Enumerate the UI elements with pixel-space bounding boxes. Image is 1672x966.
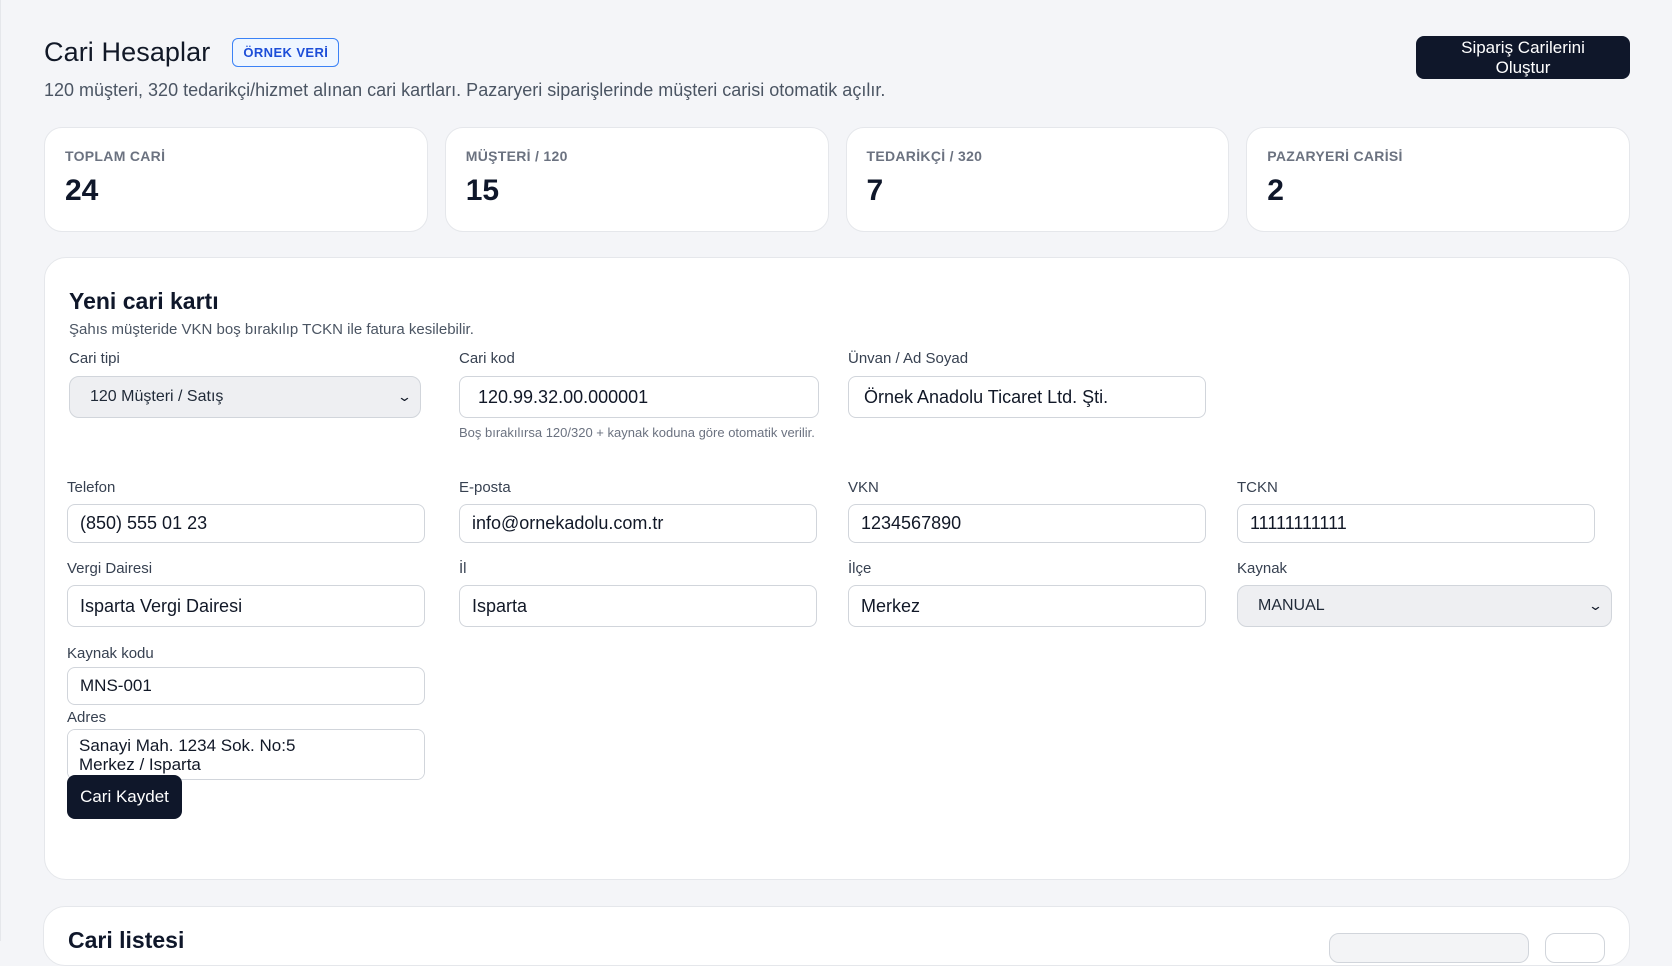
city-input[interactable] [459, 585, 817, 627]
stat-label: PAZARYERİ CARİSİ [1267, 148, 1403, 164]
account-type-field: Cari tipi 120 Müşteri / Satış ⌄ [69, 350, 421, 418]
field-label: İl [459, 560, 467, 577]
email-input[interactable] [459, 504, 817, 543]
field-label: Cari kod [459, 350, 515, 367]
select-value: MANUAL [1258, 597, 1325, 614]
tax-office-field: Vergi Dairesi [67, 560, 425, 627]
stat-card-total: TOPLAM CARİ 24 [44, 127, 428, 232]
field-label: Adres [67, 709, 107, 726]
field-label: TCKN [1237, 479, 1278, 496]
create-order-accounts-button[interactable]: Sipariş Carilerini Oluştur [1416, 36, 1630, 79]
new-account-form: Yeni cari kartı Şahıs müşteride VKN boş … [44, 257, 1630, 880]
account-code-field: Cari kod Boş bırakılırsa 120/320 + kayna… [459, 350, 819, 442]
title-name-input[interactable] [848, 376, 1206, 418]
account-type-select[interactable]: 120 Müşteri / Satış ⌄ [69, 376, 421, 418]
page: Cari Hesaplar ÖRNEK VERİ 120 müşteri, 32… [0, 0, 1672, 941]
account-code-help: Boş bırakılırsa 120/320 + kaynak koduna … [459, 425, 815, 440]
phone-input[interactable] [67, 504, 425, 543]
field-label: Cari tipi [69, 350, 120, 367]
form-title: Yeni cari kartı [69, 288, 219, 314]
tckn-field: TCKN [1237, 479, 1595, 543]
save-account-button[interactable]: Cari Kaydet [67, 775, 182, 819]
stat-value: 24 [65, 174, 99, 207]
stat-value: 2 [1267, 174, 1284, 207]
source-code-input[interactable] [67, 667, 425, 705]
field-label: Ünvan / Ad Soyad [848, 350, 969, 367]
field-label: VKN [848, 479, 879, 496]
source-field: Kaynak MANUAL ⌄ [1237, 560, 1612, 627]
phone-field: Telefon [67, 479, 425, 543]
stat-card-marketplace: PAZARYERİ CARİSİ 2 [1246, 127, 1630, 232]
field-label: Kaynak kodu [67, 645, 154, 662]
stat-label: MÜŞTERİ / 120 [465, 148, 568, 164]
address-textarea[interactable]: Sanayi Mah. 1234 Sok. No:5 Merkez / Ispa… [67, 729, 425, 780]
stats-row: TOPLAM CARİ 24 MÜŞTERİ / 120 15 TEDARİKÇ… [44, 127, 1630, 232]
list-search-input[interactable] [1329, 933, 1529, 963]
stat-value: 15 [465, 174, 500, 207]
field-label: Vergi Dairesi [67, 560, 153, 577]
field-label: İlçe [848, 560, 872, 577]
vkn-input[interactable] [848, 504, 1206, 543]
form-hint: Şahıs müşteride VKN boş bırakılıp TCKN i… [69, 321, 474, 338]
title-name-field: Ünvan / Ad Soyad [848, 350, 1206, 418]
stat-card-customers: MÜŞTERİ / 120 15 [444, 127, 829, 232]
tax-office-input[interactable] [67, 585, 425, 627]
stat-card-suppliers: TEDARİKÇİ / 320 7 [845, 127, 1230, 232]
district-field: İlçe [848, 560, 1206, 627]
field-label: Telefon [67, 479, 116, 496]
city-field: İl [459, 560, 817, 627]
page-subtitle: 120 müşteri, 320 tedarikçi/hizmet alınan… [44, 80, 886, 100]
chevron-down-icon: ⌄ [1587, 598, 1604, 613]
email-field: E-posta [459, 479, 817, 543]
chevron-down-icon: ⌄ [396, 389, 413, 404]
stat-label: TOPLAM CARİ [65, 148, 166, 164]
source-select[interactable]: MANUAL ⌄ [1237, 585, 1612, 627]
district-input[interactable] [848, 585, 1206, 627]
select-value: 120 Müşteri / Satış [90, 388, 224, 405]
page-title: Cari Hesaplar [44, 37, 211, 67]
stat-value: 7 [866, 174, 884, 207]
field-label: E-posta [459, 479, 511, 496]
list-filter-button[interactable] [1545, 933, 1605, 963]
sample-data-badge: ÖRNEK VERİ [232, 38, 340, 67]
address-field: Adres Sanayi Mah. 1234 Sok. No:5 Merkez … [67, 709, 425, 785]
source-code-field: Kaynak kodu [67, 645, 425, 705]
title-row: Cari Hesaplar ÖRNEK VERİ [44, 37, 1630, 68]
page-header: Cari Hesaplar ÖRNEK VERİ 120 müşteri, 32… [44, 0, 1630, 110]
account-code-input[interactable] [459, 376, 819, 418]
tckn-input[interactable] [1237, 504, 1595, 543]
vkn-field: VKN [848, 479, 1206, 543]
account-list-card: Cari listesi [43, 906, 1630, 966]
field-label: Kaynak [1237, 560, 1288, 577]
stat-label: TEDARİKÇİ / 320 [866, 148, 983, 164]
